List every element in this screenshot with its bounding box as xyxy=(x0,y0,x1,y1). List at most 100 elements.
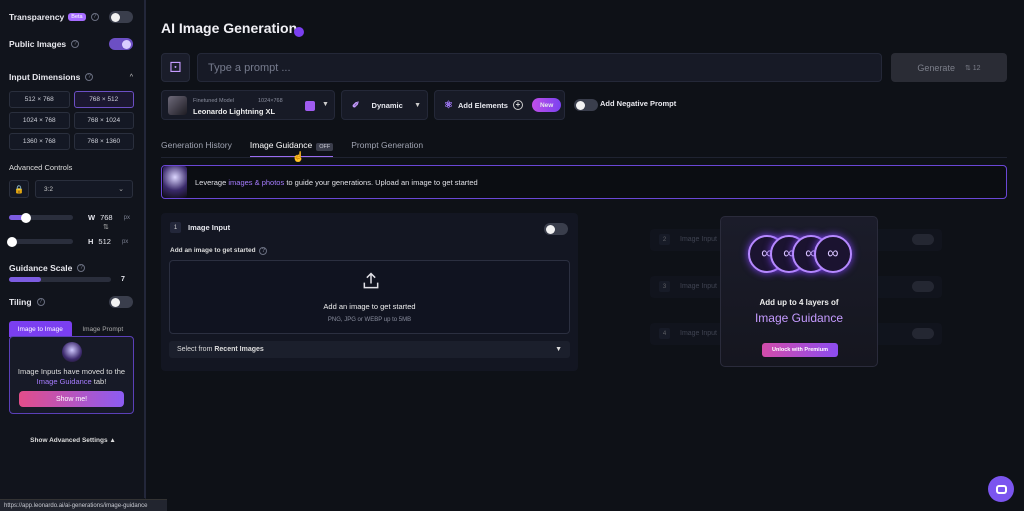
swap-icon[interactable]: ⇅ xyxy=(103,223,109,231)
slot-number: 4 xyxy=(659,328,670,339)
width-slider-knob[interactable] xyxy=(21,212,31,223)
slot-toggle xyxy=(912,328,934,339)
dimension-option[interactable]: 512 × 768 xyxy=(9,91,70,108)
dice-icon[interactable]: ⚀ xyxy=(161,53,190,82)
help-icon[interactable]: ? xyxy=(90,13,99,21)
dimension-option[interactable]: 768 × 1360 xyxy=(73,133,134,150)
slot-label: Image Input xyxy=(680,236,717,243)
advanced-controls-label: Advanced Controls xyxy=(9,163,73,172)
generate-button[interactable]: Generate ⇅ 12 xyxy=(891,53,1007,82)
sidebar-scrollbar[interactable] xyxy=(144,0,146,498)
dimension-option-selected[interactable]: 768 × 512 xyxy=(73,91,134,108)
slot-number: 2 xyxy=(659,234,670,245)
recent-images-label: Select from Recent Images xyxy=(177,346,264,353)
chevron-down-icon: ▼ xyxy=(414,101,421,109)
dropzone-hint: PNG, JPG or WEBP up to 5MB xyxy=(327,317,412,323)
beta-badge: Beta xyxy=(68,13,86,21)
notice-link[interactable]: Image Guidance xyxy=(37,377,92,386)
height-value[interactable]: 512 xyxy=(98,237,111,246)
style-selector[interactable]: ✐ Dynamic ▼ xyxy=(341,90,428,120)
width-slider[interactable] xyxy=(9,212,73,223)
transparency-label: Transparency xyxy=(9,12,65,22)
image-input-toggle[interactable] xyxy=(544,223,568,235)
premium-upsell-card: ∞ ∞ ∞ ∞ Add up to 4 layers of Image Guid… xyxy=(720,216,878,367)
input-dimensions-header[interactable]: Input Dimensions ? ^ xyxy=(9,72,133,82)
atom-icon: ⚛ xyxy=(444,99,453,111)
recent-bold: Recent Images xyxy=(214,346,264,353)
recent-pre: Select from xyxy=(177,346,215,353)
add-elements-button[interactable]: ⚛ Add Elements + New xyxy=(434,90,565,120)
image-input-panel: 1 Image Input Add an image to get starte… xyxy=(161,213,578,371)
dimension-grid: 512 × 768 768 × 512 1024 × 768 768 × 102… xyxy=(9,91,134,150)
tiling-toggle[interactable] xyxy=(109,296,133,308)
public-images-toggle[interactable] xyxy=(109,38,133,50)
tab-generation-history[interactable]: Generation History xyxy=(161,140,232,157)
transparency-toggle[interactable] xyxy=(109,11,133,23)
model-selector[interactable]: Finetuned Model 1024×768 Leonardo Lightn… xyxy=(161,90,335,120)
show-me-button[interactable]: Show me! xyxy=(19,391,124,407)
dimension-option[interactable]: 768 × 1024 xyxy=(73,112,134,129)
model-type: Finetuned Model xyxy=(193,98,234,104)
slot-number: 3 xyxy=(659,281,670,292)
slot-toggle xyxy=(912,281,934,292)
help-icon[interactable]: ? xyxy=(36,298,45,306)
image-inputs-moved-notice: Image Inputs have moved to the Image Gui… xyxy=(9,336,134,414)
model-settings-icon[interactable] xyxy=(305,101,315,111)
guidance-scale-slider[interactable] xyxy=(9,277,111,282)
image-tabs: Image to Image Image Prompt xyxy=(9,321,134,337)
new-badge: New xyxy=(531,98,562,112)
help-icon[interactable]: ? xyxy=(71,40,80,48)
model-name: Leonardo Lightning XL xyxy=(193,107,276,116)
width-label: W xyxy=(88,213,96,222)
prompt-input[interactable]: Type a prompt ... xyxy=(197,53,882,82)
negative-prompt-toggle[interactable] xyxy=(574,99,598,111)
banner-text: Leverage images & photos to guide your g… xyxy=(195,178,478,187)
height-label: H xyxy=(88,237,94,246)
help-icon[interactable]: ? xyxy=(77,264,86,272)
aspect-ratio-select[interactable]: 3:2 ⌄ xyxy=(35,180,133,198)
guidance-scale-value: 7 xyxy=(121,276,125,283)
unlock-premium-button[interactable]: Unlock with Premium xyxy=(762,343,838,357)
height-slider[interactable] xyxy=(7,236,73,247)
brush-icon: ✐ xyxy=(352,99,360,110)
image-input-title: Image Input xyxy=(188,223,231,232)
image-input-number: 1 xyxy=(170,222,181,233)
tab-prompt-generation[interactable]: Prompt Generation xyxy=(351,140,423,157)
lock-icon[interactable]: 🔒 xyxy=(9,180,29,198)
show-advanced-settings-button[interactable]: Show Advanced Settings ▲ xyxy=(0,437,146,444)
dimension-option[interactable]: 1360 × 768 xyxy=(9,133,70,150)
tab-image-to-image[interactable]: Image to Image xyxy=(9,321,72,337)
generate-label: Generate xyxy=(917,62,955,73)
upload-icon xyxy=(363,272,379,289)
banner-text-pre: Leverage xyxy=(195,177,229,187)
notice-text-pre: Image Inputs have moved to the xyxy=(17,367,126,376)
model-thumbnail xyxy=(168,96,187,115)
link-icon: ∞ xyxy=(814,235,852,273)
sidebar: Transparency Beta ? Public Images ? Inpu… xyxy=(0,0,146,511)
premium-line2: Image Guidance xyxy=(754,311,844,325)
height-slider-knob[interactable] xyxy=(7,236,17,247)
upload-dropzone[interactable]: Add an image to get started PNG, JPG or … xyxy=(169,260,570,334)
guidance-banner: Leverage images & photos to guide your g… xyxy=(161,165,1007,199)
dimension-option[interactable]: 1024 × 768 xyxy=(9,112,70,129)
help-icon[interactable]: ? xyxy=(259,247,268,255)
banner-link[interactable]: images & photos xyxy=(228,178,284,187)
page-title: AI Image Generation xyxy=(161,20,298,36)
chevron-up-icon[interactable]: ^ xyxy=(130,74,133,81)
model-resolution: 1024×768 xyxy=(258,98,283,104)
hand-cursor-icon: ☝ xyxy=(292,152,305,163)
width-value[interactable]: 768 xyxy=(100,213,113,222)
recent-images-select[interactable]: Select from Recent Images ▼ xyxy=(169,341,570,358)
help-icon[interactable]: ? xyxy=(85,73,94,81)
tab-divider xyxy=(161,157,1007,158)
premium-line1: Add up to 4 layers of xyxy=(759,298,839,307)
slot-label: Image Input xyxy=(680,330,717,337)
height-unit: px xyxy=(121,238,129,245)
chat-support-icon[interactable] xyxy=(988,476,1014,502)
add-elements-label: Add Elements xyxy=(457,100,508,110)
tab-image-prompt[interactable]: Image Prompt xyxy=(72,321,135,337)
style-value: Dynamic xyxy=(371,100,403,110)
advanced-controls-row: Advanced Controls xyxy=(9,163,133,172)
info-icon[interactable] xyxy=(294,27,304,37)
input-dimensions-label: Input Dimensions xyxy=(9,72,81,82)
